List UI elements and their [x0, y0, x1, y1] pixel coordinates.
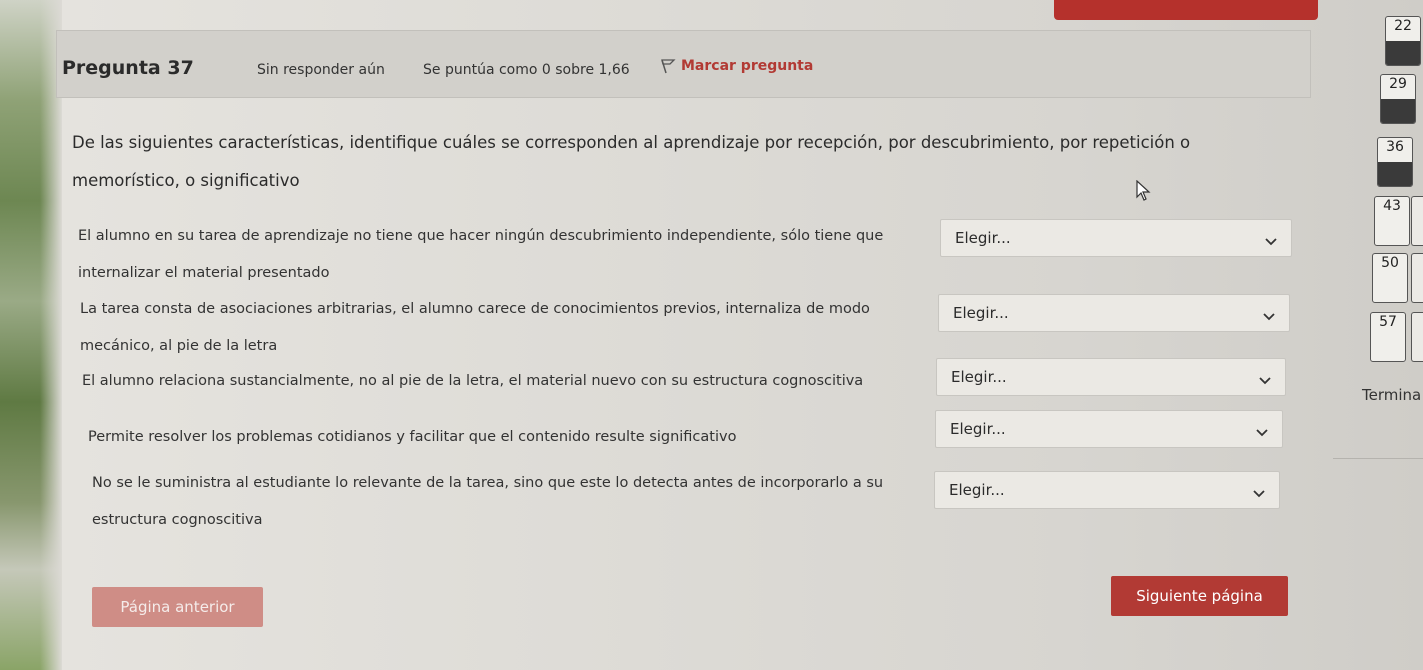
match-select[interactable]: Elegir...	[936, 358, 1286, 396]
answered-indicator	[1386, 41, 1420, 65]
select-value: Elegir...	[949, 481, 1005, 499]
background-photo-strip	[0, 0, 62, 670]
match-row-text: La tarea consta de asociaciones arbitrar…	[80, 301, 870, 354]
question-text: De las siguientes características, ident…	[72, 133, 1191, 190]
answered-indicator	[1381, 99, 1415, 123]
mouse-pointer-icon	[1136, 179, 1152, 206]
question-state: Sin responder aún	[257, 62, 385, 78]
previous-page-button[interactable]: Página anterior	[92, 587, 263, 627]
quiz-nav-question-43[interactable]: 43	[1374, 196, 1410, 246]
quiz-nav-question-50[interactable]: 50	[1372, 253, 1408, 303]
select-value: Elegir...	[955, 229, 1011, 247]
chevron-down-icon	[1263, 307, 1275, 326]
match-select[interactable]: Elegir...	[935, 410, 1283, 448]
chevron-down-icon	[1259, 371, 1271, 390]
flag-label: Marcar pregunta	[681, 58, 814, 74]
answered-indicator	[1378, 162, 1412, 186]
chevron-down-icon	[1256, 423, 1268, 442]
flag-icon	[660, 58, 676, 74]
quiz-nav-question-partial[interactable]	[1411, 196, 1423, 246]
quiz-nav-question-22[interactable]: 22	[1385, 16, 1421, 66]
select-value: Elegir...	[951, 368, 1007, 386]
quiz-nav-question-partial[interactable]	[1411, 312, 1423, 362]
match-select[interactable]: Elegir...	[940, 219, 1292, 257]
match-row-text: El alumno relaciona sustancialmente, no …	[82, 373, 864, 389]
match-select[interactable]: Elegir...	[934, 471, 1280, 509]
chevron-down-icon	[1253, 484, 1265, 503]
question-grade: Se puntúa como 0 sobre 1,66	[423, 62, 630, 78]
question-number: Pregunta 37	[62, 57, 194, 79]
finish-attempt-link[interactable]: Termina	[1362, 386, 1421, 404]
select-value: Elegir...	[950, 420, 1006, 438]
next-page-button[interactable]: Siguiente página	[1111, 576, 1288, 616]
quiz-nav-question-29[interactable]: 29	[1380, 74, 1416, 124]
match-row-text: Permite resolver los problemas cotidiano…	[88, 429, 737, 445]
chevron-down-icon	[1265, 232, 1277, 251]
quiz-nav-question-partial[interactable]	[1411, 253, 1423, 303]
timer-bar	[1054, 0, 1318, 20]
quiz-nav-question-57[interactable]: 57	[1370, 312, 1406, 362]
nav-divider	[1333, 458, 1423, 459]
match-row-text: El alumno en su tarea de aprendizaje no …	[78, 228, 884, 281]
match-row-text: No se le suministra al estudiante lo rel…	[92, 475, 884, 528]
flag-question-link[interactable]: Marcar pregunta	[660, 58, 813, 74]
quiz-nav-question-36[interactable]: 36	[1377, 137, 1413, 187]
select-value: Elegir...	[953, 304, 1009, 322]
match-select[interactable]: Elegir...	[938, 294, 1290, 332]
